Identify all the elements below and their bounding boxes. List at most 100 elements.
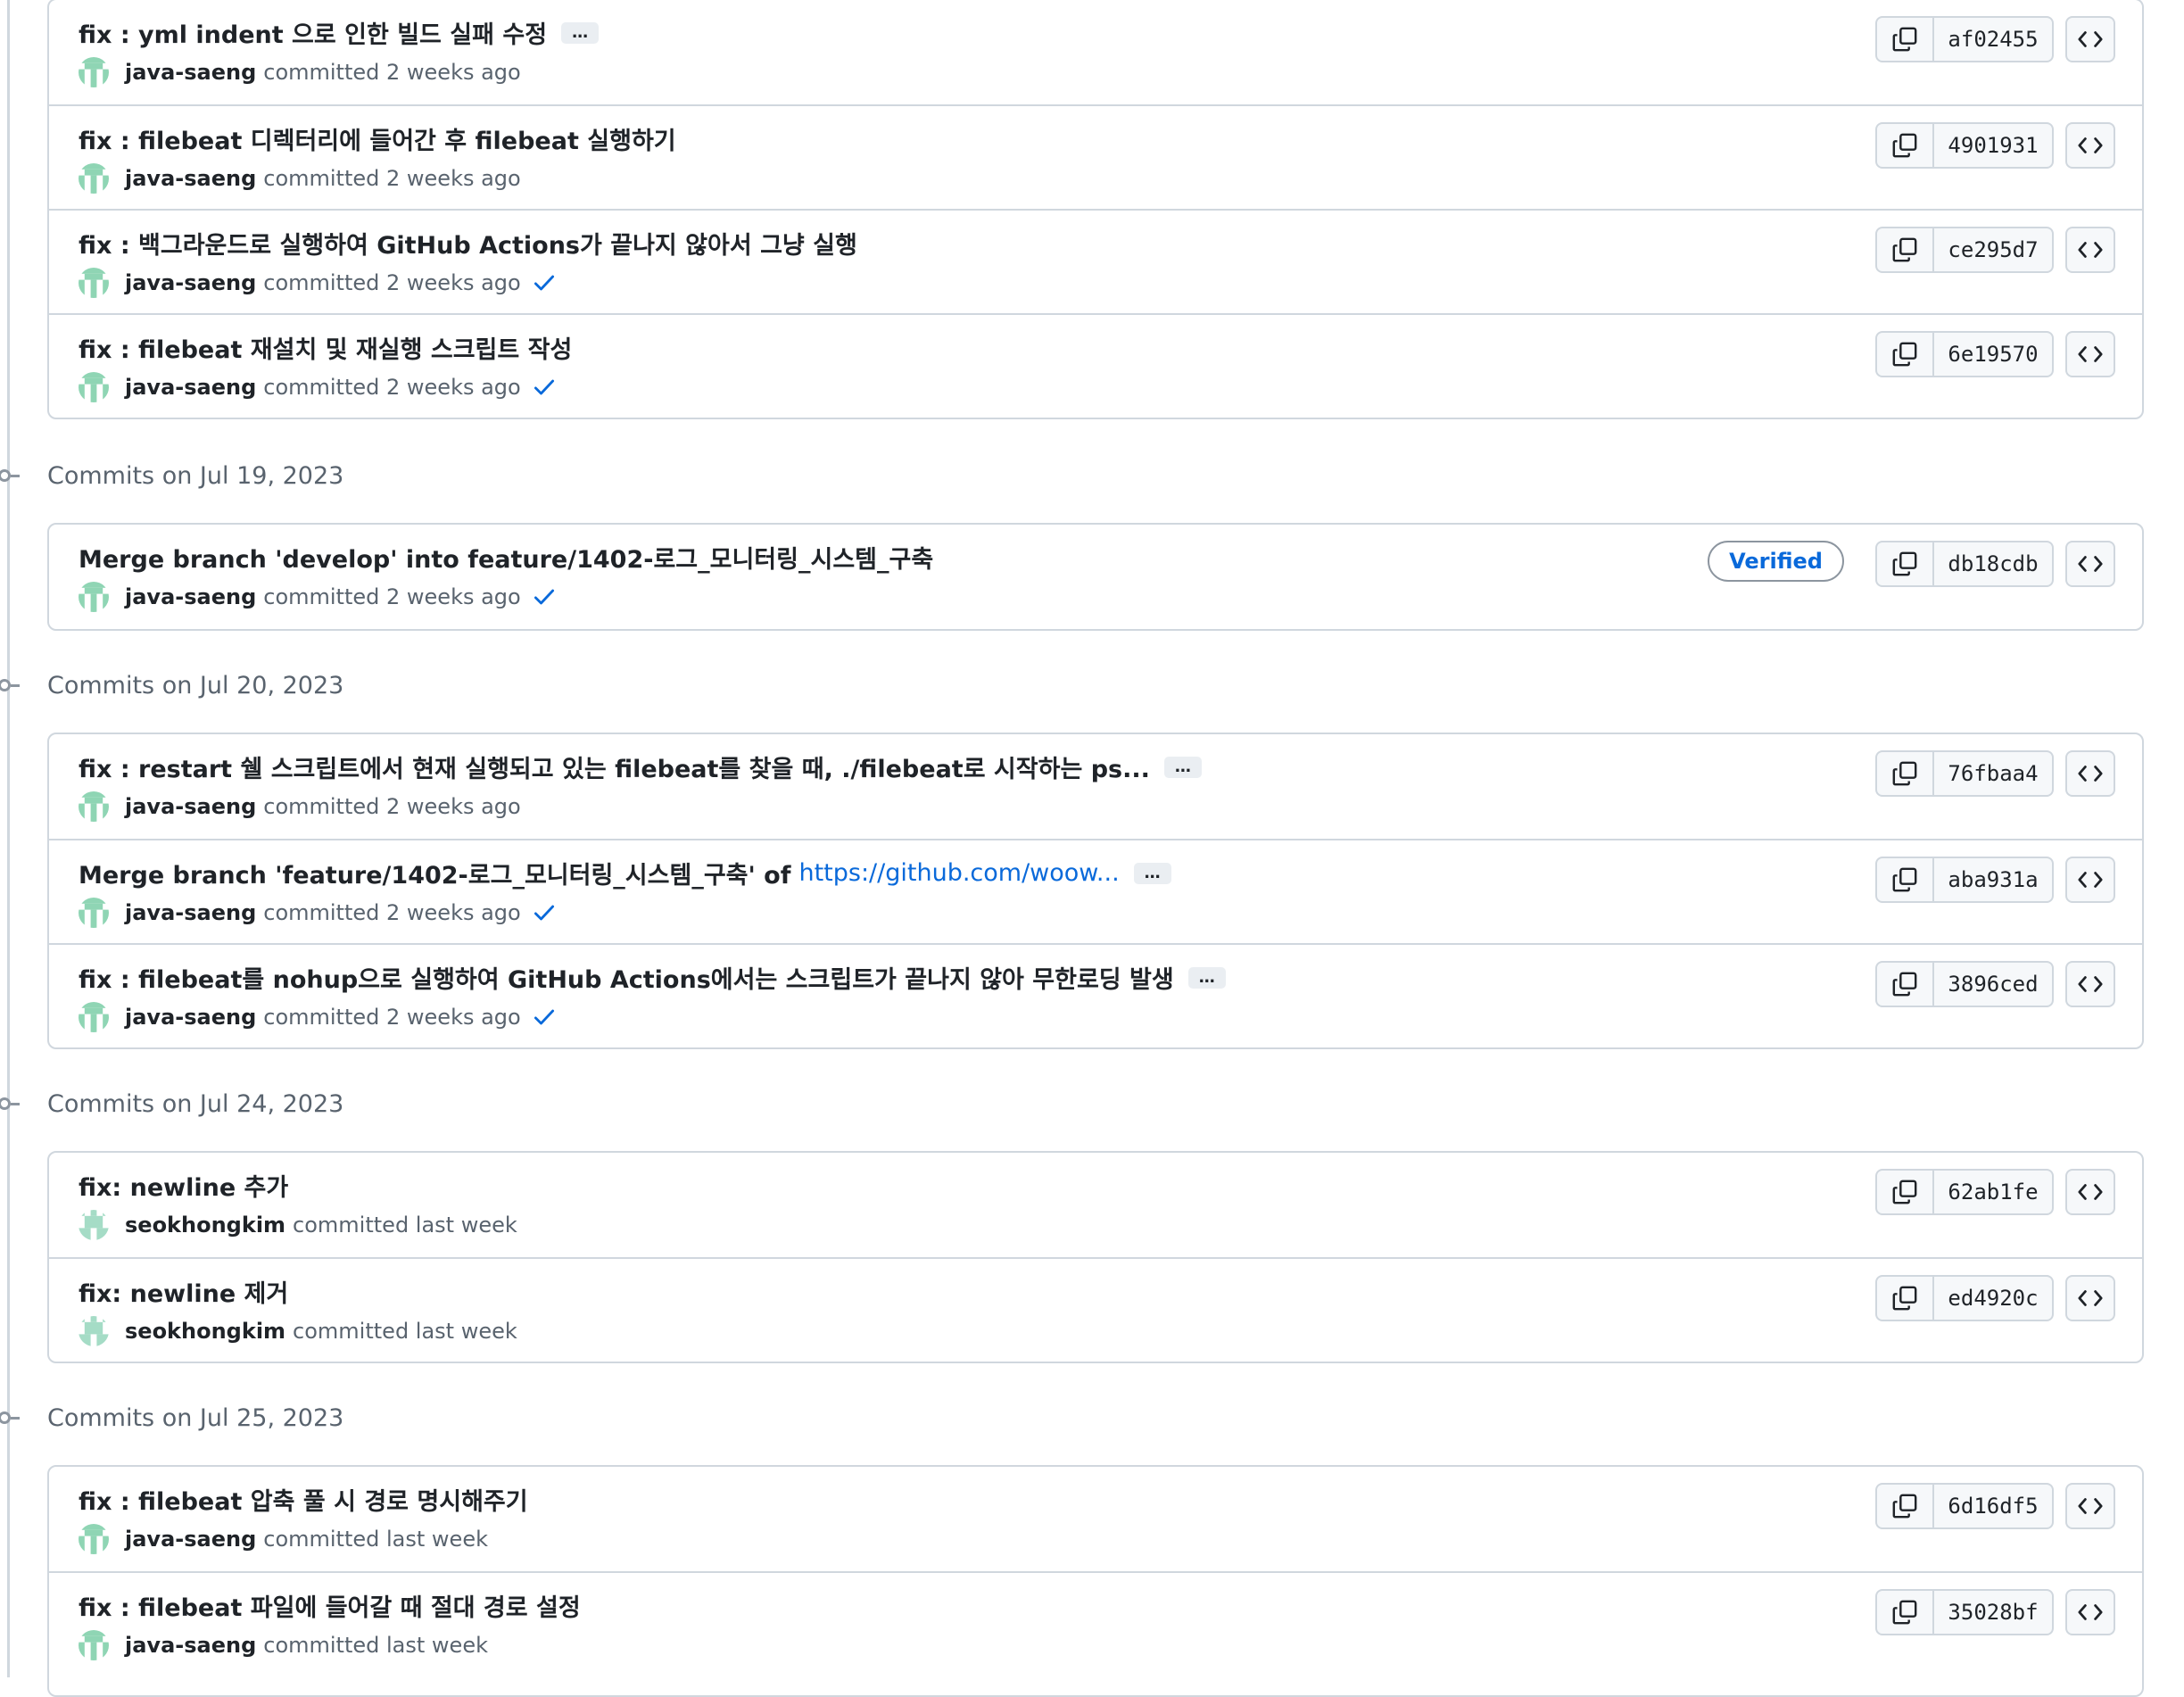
copy-icon [1892,1180,1917,1204]
commit-author[interactable]: java-saeng [125,794,256,819]
copy-sha-button[interactable] [1877,752,1934,795]
code-icon [2078,1498,2103,1514]
commit-row: fix : filebeat 재설치 및 재실행 스크립트 작성 java-sa… [49,313,2142,418]
browse-repo-button[interactable] [2065,961,2115,1007]
copy-sha-button[interactable] [1877,963,1934,1006]
code-icon [2078,31,2103,47]
copy-sha-button[interactable] [1877,542,1934,585]
commit-title[interactable]: fix : restart 쉘 스크립트에서 현재 실행되고 있는 filebe… [79,749,1150,784]
copy-sha-button[interactable] [1877,1171,1934,1213]
commit-link[interactable]: https://github.com/woow... [798,859,1119,887]
commit-time: committed 2 weeks ago [263,900,521,925]
copy-sha-button[interactable] [1877,1277,1934,1320]
commit-sha[interactable]: aba931a [1934,858,2052,901]
copy-sha-button[interactable] [1877,333,1934,376]
commit-sha[interactable]: ed4920c [1934,1277,2052,1320]
commit-sha[interactable]: 4901931 [1934,124,2052,167]
avatar[interactable] [79,1210,109,1240]
copy-sha-button[interactable] [1877,1485,1934,1527]
copy-sha-button[interactable] [1877,18,1934,61]
avatar[interactable] [79,582,109,612]
sha-group: 4901931 [1875,122,2054,169]
expand-message-button[interactable]: … [1187,966,1226,989]
browse-repo-button[interactable] [2065,16,2115,62]
commit-row: fix : yml indent 으로 인한 빌드 실패 수정 … java-sa… [49,0,2142,104]
commit-sha[interactable]: db18cdb [1934,542,2052,585]
commit-title[interactable]: fix: newline 제거 [79,1274,288,1309]
check-icon[interactable] [532,900,557,925]
expand-message-button[interactable]: … [561,21,600,44]
verified-badge[interactable]: Verified [1708,541,1844,582]
commit-sha[interactable]: 62ab1fe [1934,1171,2052,1213]
commit-title[interactable]: fix : filebeat 재설치 및 재실행 스크립트 작성 [79,330,572,365]
commit-author[interactable]: java-saeng [125,166,256,191]
copy-sha-button[interactable] [1877,858,1934,901]
avatar[interactable] [79,898,109,928]
expand-message-button[interactable]: … [1163,756,1202,778]
commit-sha[interactable]: 76fbaa4 [1934,752,2052,795]
commit-title[interactable]: fix : filebeat를 nohup으로 실행하여 GitHub Acti… [79,960,1174,995]
browse-repo-button[interactable] [2065,857,2115,903]
commit-group: fix : restart 쉘 스크립트에서 현재 실행되고 있는 filebe… [47,733,2144,1049]
avatar[interactable] [79,1316,109,1346]
browse-repo-button[interactable] [2065,122,2115,169]
browse-repo-button[interactable] [2065,541,2115,587]
browse-repo-button[interactable] [2065,1483,2115,1529]
check-icon[interactable] [532,375,557,400]
commit-author[interactable]: seokhongkim [125,1319,285,1344]
code-icon [2078,242,2103,258]
browse-repo-button[interactable] [2065,331,2115,377]
copy-sha-button[interactable] [1877,228,1934,271]
sha-group: 62ab1fe [1875,1169,2054,1215]
commit-title[interactable]: fix : yml indent 으로 인한 빌드 실패 수정 [79,15,547,50]
avatar[interactable] [79,163,109,194]
avatar[interactable] [79,1002,109,1032]
commit-sha[interactable]: ce295d7 [1934,228,2052,271]
commit-author[interactable]: java-saeng [125,1527,256,1552]
browse-repo-button[interactable] [2065,750,2115,797]
commit-sha[interactable]: 6d16df5 [1934,1485,2052,1527]
commit-title[interactable]: fix : filebeat 압축 풀 시 경로 명시해주기 [79,1482,528,1517]
avatar[interactable] [79,791,109,822]
commit-time: committed 2 weeks ago [263,270,521,295]
commit-title[interactable]: fix : filebeat 파일에 들어갈 때 절대 경로 설정 [79,1588,581,1623]
expand-message-button[interactable]: … [1133,862,1171,884]
browse-repo-button[interactable] [2065,1275,2115,1321]
commit-sha[interactable]: 3896ced [1934,963,2052,1006]
commit-sha[interactable]: af02455 [1934,18,2052,61]
commit-author[interactable]: seokhongkim [125,1213,285,1238]
check-icon[interactable] [532,584,557,609]
commit-row: Merge branch 'develop' into feature/1402… [49,525,2142,629]
commit-title[interactable]: fix : 백그라운드로 실행하여 GitHub Actions가 끝나지 않아… [79,226,857,261]
commit-author[interactable]: java-saeng [125,60,256,85]
day-label: Commits on Jul 25, 2023 [47,1403,344,1432]
commit-title[interactable]: fix: newline 추가 [79,1168,288,1203]
commit-title[interactable]: Merge branch 'feature/1402-로그_모니터링_시스템_구… [79,856,790,890]
commit-sha[interactable]: 6e19570 [1934,333,2052,376]
avatar[interactable] [79,1630,109,1660]
commit-author[interactable]: java-saeng [125,375,256,400]
avatar[interactable] [79,1524,109,1554]
commit-author[interactable]: java-saeng [125,584,256,609]
commit-author[interactable]: java-saeng [125,270,256,295]
commit-row: fix: newline 제거 seokhongkim committed la… [49,1257,2142,1362]
check-icon[interactable] [532,1005,557,1030]
commit-row: fix : filebeat 디렉터리에 들어간 후 filebeat 실행하기… [49,104,2142,209]
commit-author[interactable]: java-saeng [125,900,256,925]
copy-sha-button[interactable] [1877,1591,1934,1634]
browse-repo-button[interactable] [2065,1169,2115,1215]
commit-title[interactable]: Merge branch 'develop' into feature/1402… [79,540,933,575]
code-icon [2078,872,2103,888]
avatar[interactable] [79,268,109,298]
browse-repo-button[interactable] [2065,1589,2115,1635]
browse-repo-button[interactable] [2065,227,2115,273]
commit-author[interactable]: java-saeng [125,1005,256,1030]
copy-sha-button[interactable] [1877,124,1934,167]
avatar[interactable] [79,372,109,402]
commit-sha[interactable]: 35028bf [1934,1591,2052,1634]
avatar[interactable] [79,57,109,87]
commit-title[interactable]: fix : filebeat 디렉터리에 들어간 후 filebeat 실행하기 [79,121,676,156]
commit-time: committed last week [263,1633,488,1658]
check-icon[interactable] [532,270,557,295]
commit-author[interactable]: java-saeng [125,1633,256,1658]
